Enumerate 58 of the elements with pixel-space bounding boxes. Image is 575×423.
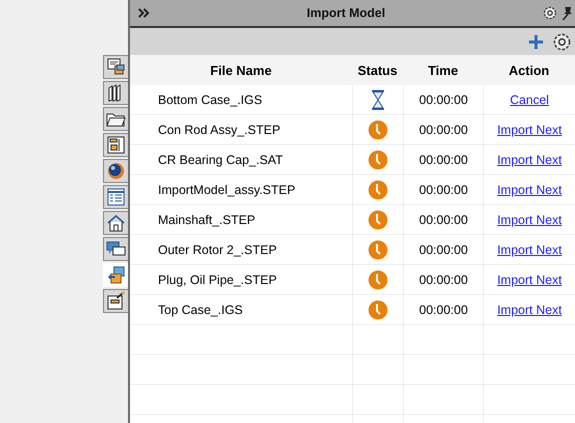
monitor-icon xyxy=(106,57,126,77)
table-cell: 00:00:00 xyxy=(403,235,483,264)
action-link[interactable]: Import Next xyxy=(497,242,562,256)
table-cell-text: Bottom Case_.IGS xyxy=(157,92,264,108)
table-cell-text: CR Bearing Cap_.SAT xyxy=(157,152,284,169)
table-cell-text: ImportModel_assy.STEP xyxy=(157,182,296,199)
clock-icon xyxy=(368,180,388,200)
table-cell: 00:00:00 xyxy=(403,295,483,324)
side-tab[interactable] xyxy=(103,133,128,157)
column-header: Action xyxy=(508,62,550,80)
clock-icon xyxy=(368,120,388,140)
pin-icon[interactable] xyxy=(561,5,573,21)
table-cell: 00:00:00 xyxy=(403,145,483,174)
action-link[interactable]: Import Next xyxy=(497,302,562,316)
action-link[interactable]: Import Next xyxy=(497,182,562,196)
side-tab[interactable] xyxy=(103,289,128,313)
window-title: Import Model xyxy=(306,6,386,20)
clock-icon xyxy=(368,240,388,260)
tools-icon xyxy=(106,291,126,311)
list-icon xyxy=(106,187,126,207)
clock-icon xyxy=(368,270,388,290)
table-cell-text: Plug, Oil Pipe_.STEP xyxy=(157,272,278,289)
house-icon xyxy=(106,213,126,233)
clock-icon xyxy=(368,210,388,230)
expand-icon[interactable] xyxy=(138,8,150,18)
action-link[interactable]: Import Next xyxy=(497,122,562,136)
table-cell: 00:00:00 xyxy=(403,175,483,204)
table-cell: 00:00:00 xyxy=(403,85,483,114)
side-tab[interactable] xyxy=(103,107,128,131)
side-tab[interactable] xyxy=(103,159,128,183)
hourglass-icon xyxy=(371,90,385,110)
clock-icon xyxy=(368,150,388,170)
table-cell: 00:00:00 xyxy=(403,115,483,144)
side-tab[interactable] xyxy=(103,55,128,79)
table-cell-text: Outer Rotor 2_.STEP xyxy=(157,242,278,258)
action-link[interactable]: Import Next xyxy=(497,152,562,166)
side-tab[interactable] xyxy=(103,185,128,209)
table-cell-text: Con Rod Assy_.STEP xyxy=(157,122,282,139)
table-cell-text: Top Case_.IGS xyxy=(157,302,244,319)
action-link[interactable]: Import Next xyxy=(497,272,562,286)
add-icon[interactable] xyxy=(528,34,544,50)
table-cell: 00:00:00 xyxy=(403,265,483,294)
clock-icon xyxy=(368,300,388,320)
sphere-icon xyxy=(106,161,126,181)
layout-icon xyxy=(106,135,126,155)
action-link[interactable]: Cancel xyxy=(510,92,549,106)
column-header: Time xyxy=(426,62,460,80)
import-icon xyxy=(106,265,126,285)
column-header: File Name xyxy=(209,62,273,80)
settings-icon[interactable] xyxy=(542,5,558,21)
side-tab[interactable] xyxy=(103,81,128,105)
table-cell-text: Mainshaft_.STEP xyxy=(157,212,256,228)
side-tab[interactable] xyxy=(103,237,128,261)
action-link[interactable]: Import Next xyxy=(497,212,562,226)
column-header: Status xyxy=(356,62,398,80)
settings-icon[interactable] xyxy=(552,32,572,52)
side-tab[interactable] xyxy=(103,211,128,235)
table-cell: 00:00:00 xyxy=(403,205,483,234)
